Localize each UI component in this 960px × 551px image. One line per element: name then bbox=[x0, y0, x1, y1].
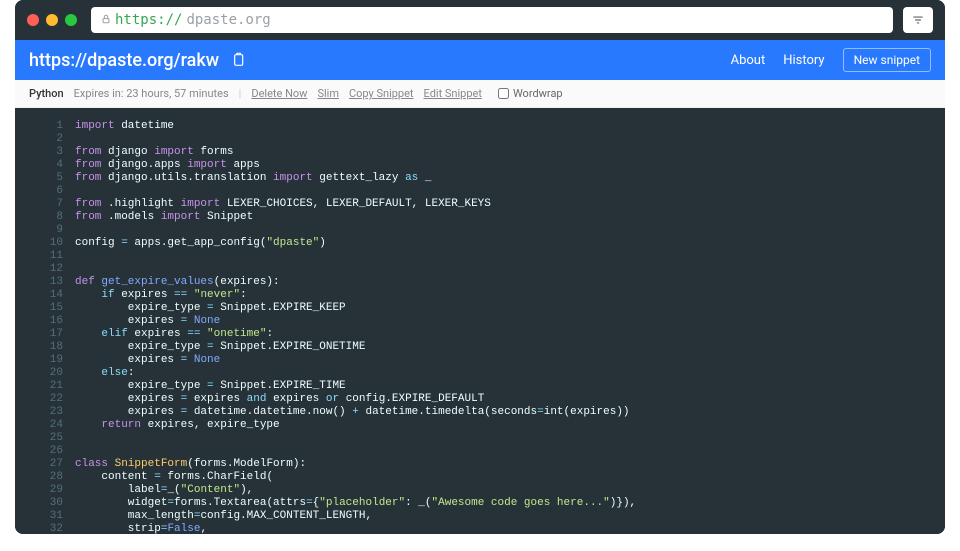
line-number: 3 bbox=[15, 146, 63, 159]
line-number: 7 bbox=[15, 198, 63, 211]
code-line: expires = expires and expires or config.… bbox=[75, 393, 636, 406]
browser-menu-button[interactable] bbox=[903, 7, 933, 33]
line-number: 11 bbox=[15, 250, 63, 263]
line-number: 27 bbox=[15, 458, 63, 471]
line-number: 2 bbox=[15, 133, 63, 146]
code-line: strip=False, bbox=[75, 523, 636, 534]
code-line bbox=[75, 185, 636, 198]
language-label: Python bbox=[29, 87, 64, 100]
line-number: 14 bbox=[15, 289, 63, 302]
line-number: 23 bbox=[15, 406, 63, 419]
url-host: dpaste.org bbox=[186, 12, 270, 28]
code-line: if expires == "never": bbox=[75, 289, 636, 302]
code-line bbox=[75, 263, 636, 276]
address-bar[interactable]: https://dpaste.org bbox=[91, 7, 893, 33]
code-line: max_length=config.MAX_CONTENT_LENGTH, bbox=[75, 510, 636, 523]
lock-icon bbox=[101, 13, 111, 27]
line-number: 4 bbox=[15, 159, 63, 172]
line-number: 25 bbox=[15, 432, 63, 445]
code-line: label=_("Content"), bbox=[75, 484, 636, 497]
line-number: 17 bbox=[15, 328, 63, 341]
line-number: 31 bbox=[15, 510, 63, 523]
line-number: 22 bbox=[15, 393, 63, 406]
line-number: 5 bbox=[15, 172, 63, 185]
line-number: 9 bbox=[15, 224, 63, 237]
line-number: 16 bbox=[15, 315, 63, 328]
code-line: from django.apps import apps bbox=[75, 159, 636, 172]
app-window: https://dpaste.org https://dpaste.org/ra… bbox=[15, 0, 945, 534]
code-line: content = forms.CharField( bbox=[75, 471, 636, 484]
edit-snippet-link[interactable]: Edit Snippet bbox=[424, 87, 482, 100]
code-line bbox=[75, 432, 636, 445]
line-number: 30 bbox=[15, 497, 63, 510]
toolbar-divider: | bbox=[239, 87, 242, 100]
history-link[interactable]: History bbox=[783, 53, 824, 68]
code-line: config = apps.get_app_config("dpaste") bbox=[75, 237, 636, 250]
expires-label: Expires in: 23 hours, 57 minutes bbox=[74, 87, 229, 100]
line-number: 10 bbox=[15, 237, 63, 250]
code-content: import datetime from django import forms… bbox=[75, 120, 656, 534]
copy-url-icon[interactable] bbox=[229, 51, 247, 69]
line-number: 12 bbox=[15, 263, 63, 276]
line-number: 1 bbox=[15, 120, 63, 133]
code-line: import datetime bbox=[75, 120, 636, 133]
copy-snippet-link[interactable]: Copy Snippet bbox=[349, 87, 414, 100]
snippet-url-title: https://dpaste.org/rakw bbox=[29, 50, 219, 71]
code-line: else: bbox=[75, 367, 636, 380]
line-number: 20 bbox=[15, 367, 63, 380]
about-link[interactable]: About bbox=[731, 53, 766, 68]
line-number: 19 bbox=[15, 354, 63, 367]
line-number: 28 bbox=[15, 471, 63, 484]
code-line: from .highlight import LEXER_CHOICES, LE… bbox=[75, 198, 636, 211]
code-line: from django import forms bbox=[75, 146, 636, 159]
wordwrap-checkbox[interactable] bbox=[498, 88, 509, 99]
code-line: expires = None bbox=[75, 354, 636, 367]
line-number: 18 bbox=[15, 341, 63, 354]
minimize-window-button[interactable] bbox=[46, 14, 58, 26]
code-line: from django.utils.translation import get… bbox=[75, 172, 636, 185]
window-controls bbox=[27, 14, 77, 26]
line-number: 13 bbox=[15, 276, 63, 289]
code-line: expire_type = Snippet.EXPIRE_TIME bbox=[75, 380, 636, 393]
close-window-button[interactable] bbox=[27, 14, 39, 26]
titlebar: https://dpaste.org bbox=[15, 0, 945, 40]
line-number: 32 bbox=[15, 523, 63, 534]
code-line: widget=forms.Textarea(attrs={"placeholde… bbox=[75, 497, 636, 510]
line-number: 29 bbox=[15, 484, 63, 497]
code-line: class SnippetForm(forms.ModelForm): bbox=[75, 458, 636, 471]
code-line: from .models import Snippet bbox=[75, 211, 636, 224]
snippet-toolbar: Python Expires in: 23 hours, 57 minutes … bbox=[15, 80, 945, 108]
code-line bbox=[75, 250, 636, 263]
delete-now-link[interactable]: Delete Now bbox=[251, 87, 307, 100]
code-viewer[interactable]: 1234567891011121314151617181920212223242… bbox=[15, 108, 945, 534]
url-protocol: https:// bbox=[115, 12, 182, 28]
wordwrap-label: Wordwrap bbox=[513, 87, 563, 100]
code-line: return expires, expire_type bbox=[75, 419, 636, 432]
page-header: https://dpaste.org/rakw About History Ne… bbox=[15, 40, 945, 80]
code-line: expires = datetime.datetime.now() + date… bbox=[75, 406, 636, 419]
code-line: def get_expire_values(expires): bbox=[75, 276, 636, 289]
wordwrap-toggle[interactable]: Wordwrap bbox=[498, 87, 563, 100]
line-gutter: 1234567891011121314151617181920212223242… bbox=[15, 120, 75, 534]
line-number: 6 bbox=[15, 185, 63, 198]
code-line: expire_type = Snippet.EXPIRE_ONETIME bbox=[75, 341, 636, 354]
line-number: 26 bbox=[15, 445, 63, 458]
code-line bbox=[75, 224, 636, 237]
code-line bbox=[75, 445, 636, 458]
line-number: 21 bbox=[15, 380, 63, 393]
code-line: expire_type = Snippet.EXPIRE_KEEP bbox=[75, 302, 636, 315]
code-line: elif expires == "onetime": bbox=[75, 328, 636, 341]
maximize-window-button[interactable] bbox=[65, 14, 77, 26]
line-number: 8 bbox=[15, 211, 63, 224]
new-snippet-button[interactable]: New snippet bbox=[843, 48, 931, 72]
line-number: 15 bbox=[15, 302, 63, 315]
code-line bbox=[75, 133, 636, 146]
slim-link[interactable]: Slim bbox=[317, 87, 339, 100]
code-line: expires = None bbox=[75, 315, 636, 328]
line-number: 24 bbox=[15, 419, 63, 432]
